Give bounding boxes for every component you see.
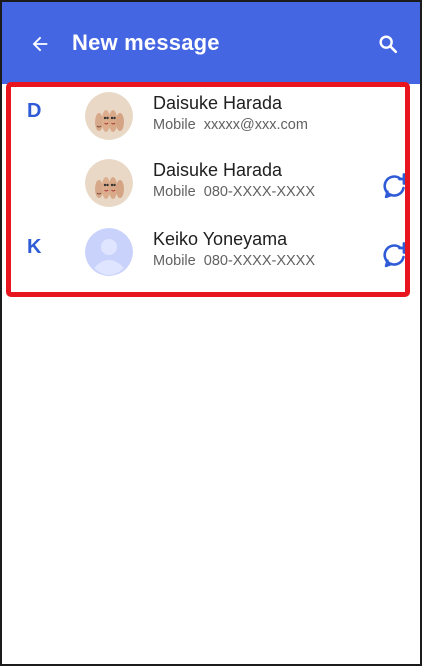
highlight-annotation-box: [6, 82, 410, 297]
phone-screen: New message D Daisuke Harada Mobile xxxx…: [0, 0, 422, 666]
search-button[interactable]: [372, 28, 404, 60]
back-button[interactable]: [24, 28, 56, 60]
arrow-back-icon: [32, 36, 48, 52]
page-title: New message: [72, 30, 220, 55]
app-bar: New message: [2, 2, 420, 84]
search-icon: [379, 35, 398, 54]
